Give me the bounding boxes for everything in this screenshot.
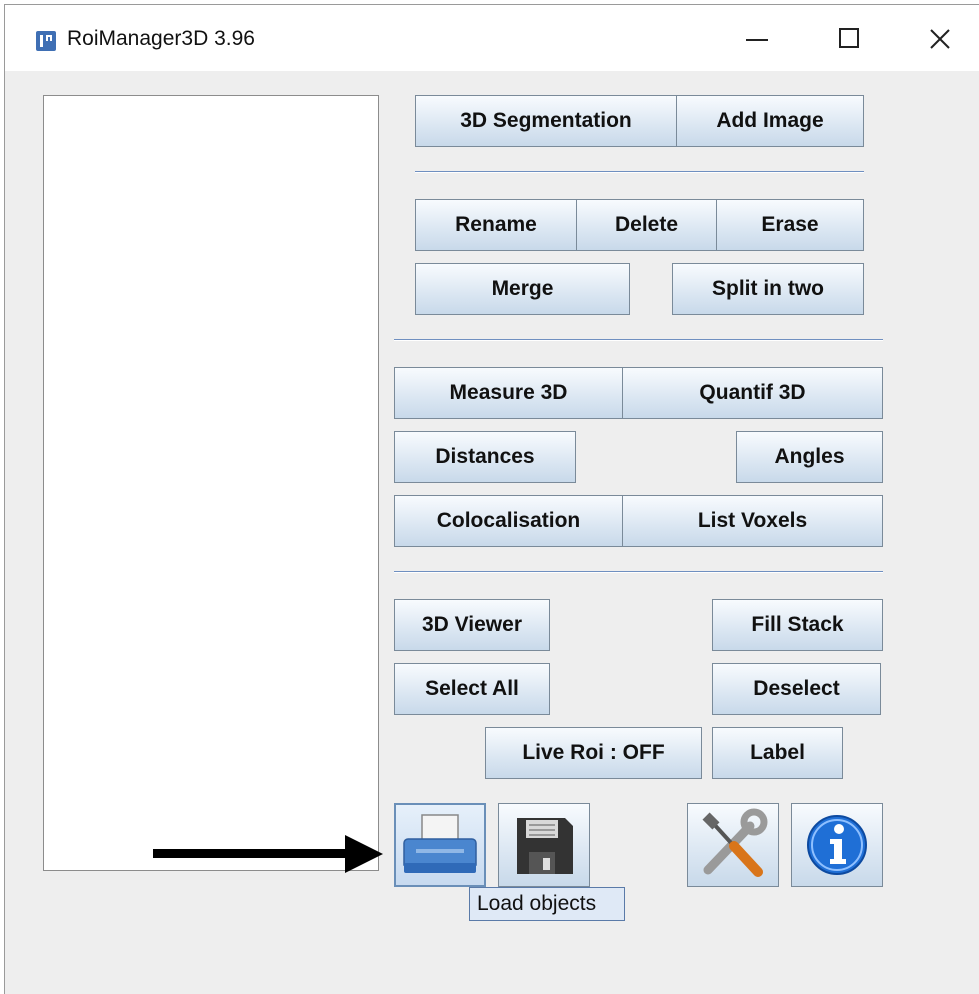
add-image-button[interactable]: Add Image [676, 95, 864, 147]
colocalisation-button[interactable]: Colocalisation [394, 495, 623, 547]
fill-stack-button[interactable]: Fill Stack [712, 599, 883, 651]
segmentation-button[interactable]: 3D Segmentation [415, 95, 677, 147]
angles-button[interactable]: Angles [736, 431, 883, 483]
rename-button[interactable]: Rename [415, 199, 577, 251]
separator [394, 571, 883, 573]
load-objects-button[interactable] [394, 803, 486, 887]
label-button[interactable]: Label [712, 727, 843, 779]
quantif-3d-button[interactable]: Quantif 3D [622, 367, 883, 419]
deselect-button[interactable]: Deselect [712, 663, 881, 715]
roi-list[interactable] [43, 95, 379, 871]
erase-button[interactable]: Erase [716, 199, 864, 251]
distances-button[interactable]: Distances [394, 431, 576, 483]
pointer-arrow-icon [153, 835, 383, 873]
about-button[interactable] [791, 803, 883, 887]
maximize-button[interactable] [827, 19, 873, 59]
close-icon [930, 29, 950, 49]
separator [415, 171, 864, 173]
window-title: RoiManager3D 3.96 [67, 27, 255, 50]
3d-viewer-button[interactable]: 3D Viewer [394, 599, 550, 651]
floppy-disk-icon [517, 818, 573, 874]
delete-button[interactable]: Delete [576, 199, 717, 251]
minimize-icon [746, 39, 768, 41]
split-in-two-button[interactable]: Split in two [672, 263, 864, 315]
load-objects-tooltip: Load objects [469, 887, 625, 921]
close-button[interactable] [917, 19, 963, 59]
maximize-icon [839, 28, 859, 48]
roimanager-window: RoiManager3D 3.96 3D Segmentation Add Im… [4, 4, 979, 994]
list-voxels-button[interactable]: List Voxels [622, 495, 883, 547]
separator [394, 339, 883, 341]
select-all-button[interactable]: Select All [394, 663, 550, 715]
info-icon [807, 815, 867, 875]
minimize-button[interactable] [734, 19, 780, 59]
imagej-app-icon [36, 31, 56, 51]
printer-icon [403, 814, 477, 873]
title-bar[interactable]: RoiManager3D 3.96 [5, 5, 979, 71]
settings-button[interactable] [687, 803, 779, 887]
tools-icon [702, 808, 768, 877]
live-roi-toggle-button[interactable]: Live Roi : OFF [485, 727, 702, 779]
save-objects-button[interactable] [498, 803, 590, 887]
measure-3d-button[interactable]: Measure 3D [394, 367, 623, 419]
merge-button[interactable]: Merge [415, 263, 630, 315]
